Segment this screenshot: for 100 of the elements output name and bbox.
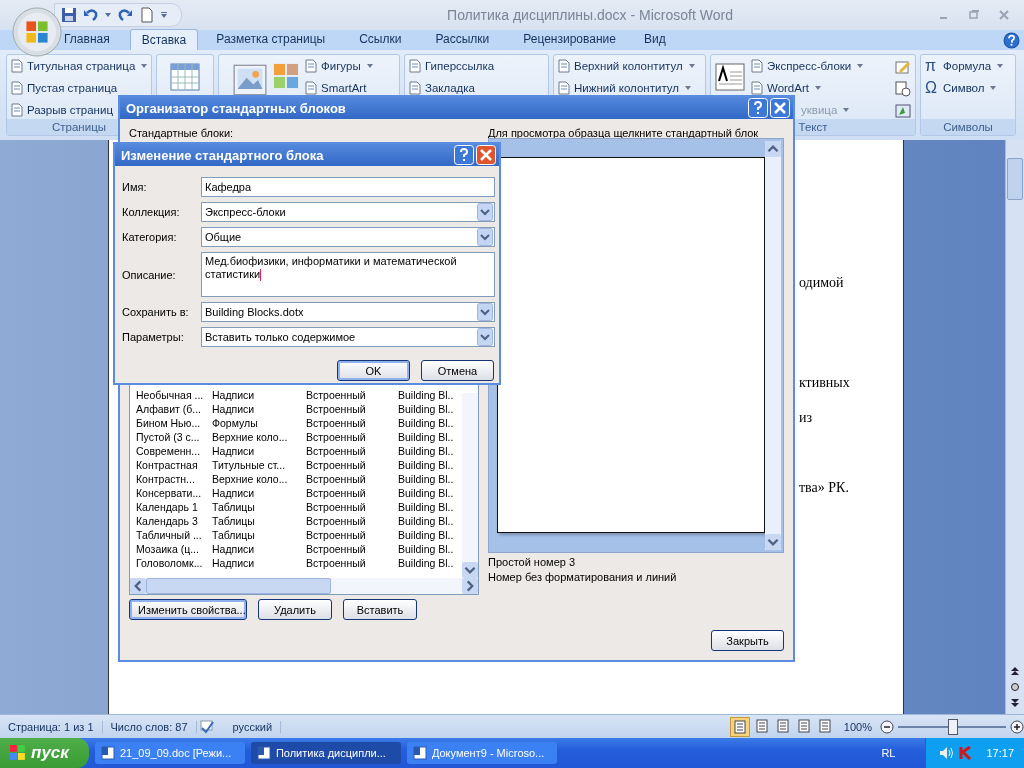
date-time-icon[interactable] xyxy=(895,81,911,97)
language-label[interactable]: русский xyxy=(224,720,282,733)
word-count[interactable]: Число слов: 87 xyxy=(102,720,197,733)
list-row[interactable]: Алфавит (б... Надписи Встроенный Building Bl.. xyxy=(136,402,462,416)
previous-page-icon[interactable] xyxy=(1010,666,1020,676)
caret-icon[interactable] xyxy=(477,228,493,246)
dialog-button[interactable]: Вставить xyxy=(343,599,417,620)
ribbon-tab[interactable]: Ссылки xyxy=(343,29,418,50)
zoom-slider[interactable] xyxy=(948,718,958,735)
list-scrollbar[interactable] xyxy=(462,393,478,578)
ribbon-tab[interactable]: Вставка xyxy=(129,29,199,50)
ribbon-command[interactable]: Нижний колонтитул xyxy=(558,81,691,95)
ribbon-command[interactable]: Титульная страница xyxy=(11,59,148,73)
table-icon[interactable] xyxy=(170,63,200,91)
list-cell-text: Современн... xyxy=(136,445,202,457)
ribbon-command[interactable]: π Формула xyxy=(925,59,1004,73)
ribbon-command[interactable]: Фигуры xyxy=(305,59,373,73)
dropdown-field[interactable]: Общие xyxy=(201,227,495,247)
dialog-button[interactable]: OK xyxy=(337,360,410,381)
list-row[interactable]: Необычная ... Надписи Встроенный Building Bl.. xyxy=(136,388,462,402)
caret-icon[interactable] xyxy=(477,328,493,346)
page-count[interactable]: Страница: 1 из 1 xyxy=(0,720,103,733)
zoom-out-icon[interactable] xyxy=(880,719,894,734)
ribbon-command[interactable]: Гиперссылка xyxy=(409,59,495,73)
browse-object-icon[interactable] xyxy=(1010,682,1020,692)
undo-icon[interactable] xyxy=(83,7,99,23)
description-field[interactable]: Мед.биофизики, информатики и математической статистики xyxy=(201,252,495,297)
zoom-level[interactable]: 100% xyxy=(843,720,872,733)
save-icon[interactable] xyxy=(61,7,77,23)
scroll-right-icon[interactable] xyxy=(462,578,478,594)
close-button[interactable]: Закрыть xyxy=(711,630,784,651)
object-icon[interactable] xyxy=(895,103,911,119)
scroll-thumb[interactable] xyxy=(1007,158,1023,200)
list-cell-text: Верхние коло... xyxy=(212,431,289,443)
ribbon-command[interactable]: Разрыв страниц xyxy=(11,103,113,117)
list-row[interactable]: Современн... Надписи Встроенный Building Bl.. xyxy=(136,444,462,458)
clip-art-icon[interactable] xyxy=(273,63,299,89)
ribbon-command[interactable]: SmartArt xyxy=(305,81,367,95)
spell-check-icon[interactable] xyxy=(198,718,215,735)
ribbon-tab[interactable]: Вид xyxy=(633,29,676,50)
caret-icon[interactable] xyxy=(477,303,493,321)
scroll-down-icon[interactable] xyxy=(765,534,781,550)
dropdown-field[interactable]: Building Blocks.dotx xyxy=(201,302,495,322)
list-row[interactable]: Календарь 3 Таблицы Встроенный Building Bl.. xyxy=(136,514,462,528)
input-language[interactable]: RL xyxy=(881,747,896,759)
list-row[interactable]: Консервати... Надписи Встроенный Building Bl.. xyxy=(136,486,462,500)
horizontal-scrollbar[interactable] xyxy=(130,578,478,594)
ribbon-tab[interactable]: Рассылки xyxy=(419,29,506,50)
caret-icon[interactable] xyxy=(477,203,493,221)
caret-icon[interactable] xyxy=(105,12,111,18)
ribbon-command[interactable]: Закладка xyxy=(409,81,475,95)
ribbon-tab[interactable]: Главная xyxy=(64,29,120,50)
vertical-scrollbar[interactable] xyxy=(1005,140,1024,714)
scroll-down-icon[interactable] xyxy=(462,562,478,578)
list-cell-text: Табличный ... xyxy=(136,529,203,541)
ribbon-command[interactable]: Верхний колонтитул xyxy=(558,59,695,73)
scroll-up-icon[interactable] xyxy=(765,141,781,157)
zoom-in-icon[interactable] xyxy=(1010,719,1024,734)
redo-icon[interactable] xyxy=(117,7,133,23)
preview-scrollbar[interactable] xyxy=(765,141,781,550)
list-row[interactable]: Табличный ... Таблицы Встроенный Building Bl.. xyxy=(136,528,462,542)
view-mode-icon[interactable] xyxy=(729,716,750,737)
scroll-left-icon[interactable] xyxy=(130,578,146,594)
ribbon-command[interactable]: WordArt xyxy=(751,81,821,95)
ribbon-tab[interactable]: Разметка страницы xyxy=(200,29,342,50)
list-cell-text: Building Bl.. xyxy=(398,557,455,569)
document-icon xyxy=(11,59,23,73)
document-icon xyxy=(256,746,271,760)
dropdown-field[interactable]: Экспресс-блоки xyxy=(201,202,495,222)
list-row[interactable]: Мозаика (ц... Надписи Встроенный Building Bl.. xyxy=(136,542,462,556)
list-cell-text: Building Bl.. xyxy=(398,403,455,415)
document-text: тва» РК. xyxy=(799,480,849,496)
list-cell-text: Надписи xyxy=(212,389,256,401)
text-box-icon[interactable] xyxy=(715,63,745,91)
taskbar-button[interactable]: Документ9 - Microso... xyxy=(406,742,557,764)
new-document-icon[interactable] xyxy=(139,7,155,23)
help-icon[interactable] xyxy=(1003,31,1020,49)
list-row[interactable]: Головоломк... Надписи Встроенный Building Bl.. xyxy=(136,556,462,570)
taskbar-button[interactable]: 21_09_09.doc [Режи... xyxy=(94,742,245,764)
list-row[interactable]: Контрастная Титульные ст... Встроенный Building Bl.. xyxy=(136,458,462,472)
dropdown-field[interactable]: Вставить только содержимое xyxy=(201,327,495,347)
list-row[interactable]: Контрастн... Верхние коло... Встроенный Building Bl.. xyxy=(136,472,462,486)
dialog-button[interactable]: Удалить xyxy=(258,599,332,620)
list-cell-text: Building Bl.. xyxy=(398,501,455,513)
list-row[interactable]: Бином Нью... Формулы Встроенный Building Bl.. xyxy=(136,416,462,430)
picture-icon[interactable] xyxy=(233,63,267,97)
next-page-icon[interactable] xyxy=(1010,698,1020,708)
dialog-button[interactable]: Отмена xyxy=(421,360,494,381)
customize-caret-icon[interactable] xyxy=(161,12,167,18)
name-field[interactable]: Кафедра xyxy=(201,177,495,197)
ribbon-command[interactable]: Ω Символ xyxy=(925,81,997,95)
dialog-button[interactable]: Изменить свойства... xyxy=(129,599,247,620)
taskbar-button[interactable]: Политика дисципли... xyxy=(250,742,401,764)
list-row[interactable]: Календарь 1 Таблицы Встроенный Building Bl.. xyxy=(136,500,462,514)
speaker-icon[interactable] xyxy=(938,745,955,761)
ribbon-tab[interactable]: Рецензирование xyxy=(507,29,632,50)
list-row[interactable]: Пустой (3 с... Верхние коло... Встроенный Building Bl.. xyxy=(136,430,462,444)
scroll-thumb[interactable] xyxy=(146,578,331,594)
ribbon-command[interactable]: Экспресс-блоки xyxy=(751,59,864,73)
ribbon-command[interactable]: Пустая страница xyxy=(11,81,118,95)
